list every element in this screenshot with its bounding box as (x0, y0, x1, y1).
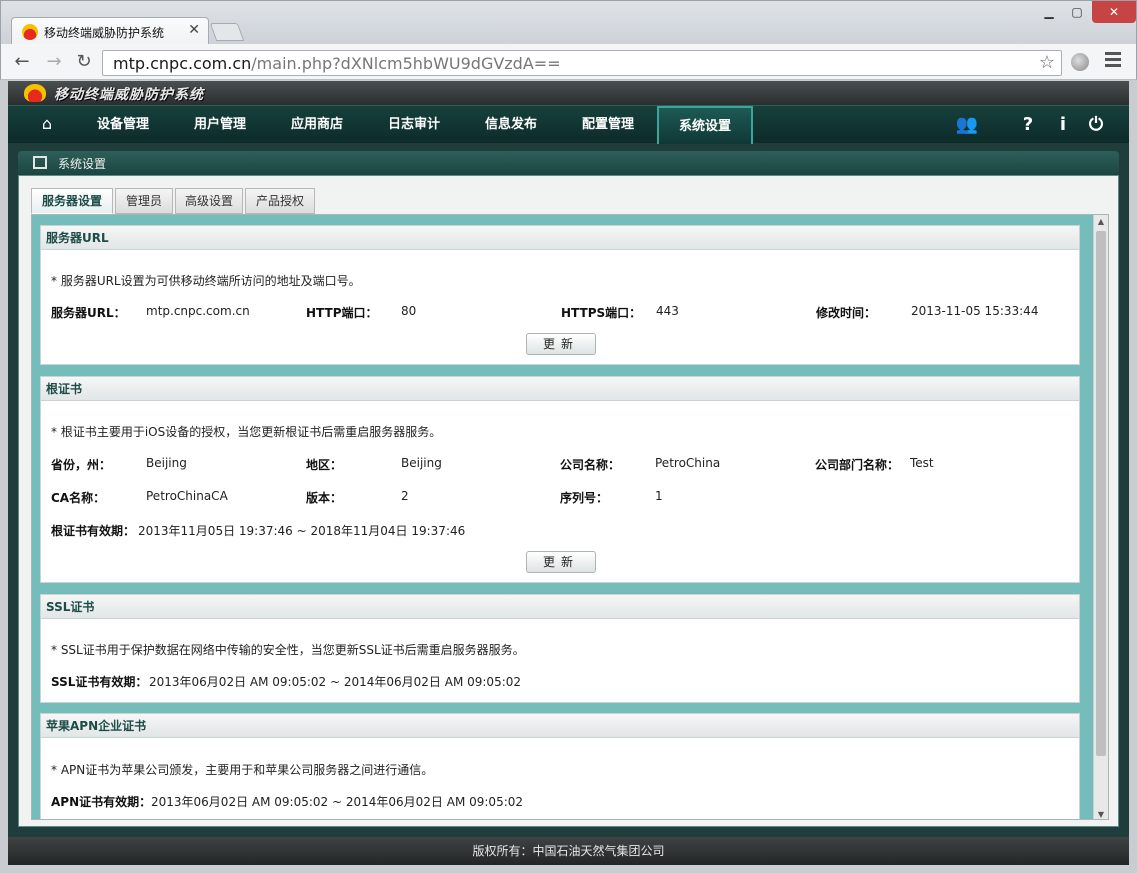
ssl-validity-label: SSL证书有效期： (51, 675, 148, 689)
server-url-note: * 服务器URL设置为可供移动终端所访问的地址及端口号。 (51, 274, 361, 288)
apn-validity-label: APN证书有效期： (51, 795, 152, 809)
ssl-cert-section: SSL证书 * SSL证书用于保护数据在网络中传输的安全性，当您更新SSL证书后… (40, 594, 1080, 703)
reload-icon[interactable]: ↻ (73, 51, 95, 73)
nav-device-management[interactable]: 设备管理 (75, 106, 171, 144)
settings-scroll-area[interactable]: 服务器URL * 服务器URL设置为可供移动终端所访问的地址及端口号。 服务器U… (31, 214, 1109, 820)
apn-validity-value: 2013年06月02日 AM 09:05:02 ~ 2014年06月02日 AM… (151, 795, 524, 809)
tab-title: 移动终端威胁防护系统 (44, 26, 165, 40)
main-nav: ⌂ 设备管理 用户管理 应用商店 日志审计 信息发布 配置管理 系统设置 👥 ?… (8, 105, 1129, 144)
site-logo-icon (22, 24, 38, 40)
address-path: /main.php?dXNlcm5hbWU9dGVzdA== (251, 54, 561, 73)
nav-app-store[interactable]: 应用商店 (269, 106, 365, 144)
scrollbar-thumb[interactable] (1096, 231, 1106, 756)
extension-globe-icon[interactable] (1071, 53, 1089, 71)
scroll-up-icon[interactable]: ▲ (1096, 217, 1106, 226)
tab-advanced-settings[interactable]: 高级设置 (175, 188, 243, 214)
serial-label: 序列号： (560, 491, 609, 505)
home-icon[interactable]: ⌂ (36, 114, 58, 134)
update-root-cert-button[interactable]: 更新 (526, 551, 596, 573)
content-panel: 服务器设置 管理员 高级设置 产品授权 服务器URL * 服务器URL设置为可供… (18, 175, 1119, 827)
serial-value: 1 (655, 489, 663, 503)
region-label: 地区： (306, 458, 343, 472)
version-label: 版本： (306, 491, 343, 505)
tab-server-settings[interactable]: 服务器设置 (31, 188, 113, 214)
forward-arrow-icon[interactable]: → (43, 51, 65, 73)
company-label: 公司名称： (560, 458, 621, 472)
app-title: 移动终端威胁防护系统 (54, 87, 204, 103)
root-cert-section: 根证书 * 根证书主要用于iOS设备的授权，当您更新根证书后需重启服务器服务。 … (40, 376, 1080, 583)
tab-administrators[interactable]: 管理员 (115, 188, 173, 214)
modified-time-value: 2013-11-05 15:33:44 (911, 304, 1039, 318)
new-tab-button[interactable] (209, 23, 245, 41)
ca-name-value: PetroChinaCA (146, 489, 228, 503)
ssl-cert-note: * SSL证书用于保护数据在网络中传输的安全性，当您更新SSL证书后需重启服务器… (51, 643, 525, 657)
tab-product-license[interactable]: 产品授权 (245, 188, 315, 214)
breadcrumb-label: 系统设置 (58, 157, 107, 171)
info-icon[interactable]: i (1051, 114, 1075, 135)
root-validity-label: 根证书有效期： (51, 524, 136, 538)
company-value: PetroChina (655, 456, 721, 470)
section-title: SSL证书 (41, 595, 1079, 619)
apn-cert-section: 苹果APN企业证书 * APN证书为苹果公司颁发，主要用于和苹果公司服务器之间进… (40, 713, 1080, 819)
root-cert-note: * 根证书主要用于iOS设备的授权，当您更新根证书后需重启服务器服务。 (51, 425, 442, 439)
browser-menu-icon[interactable] (1105, 52, 1121, 70)
close-tab-icon[interactable]: ✕ (188, 22, 200, 38)
vertical-scrollbar[interactable]: ▲ ▼ (1093, 215, 1108, 819)
power-icon[interactable]: ⏻ (1084, 114, 1108, 135)
province-value: Beijing (146, 456, 187, 470)
region-value: Beijing (401, 456, 442, 470)
update-server-url-button[interactable]: 更新 (526, 333, 596, 355)
https-port-label: HTTPS端口： (561, 306, 642, 320)
department-value: Test (910, 456, 934, 470)
nav-system-settings[interactable]: 系统设置 (657, 106, 753, 144)
scroll-down-icon[interactable]: ▼ (1096, 810, 1106, 819)
footer-copyright: 版权所有：中国石油天然气集团公司 (8, 837, 1129, 865)
close-window-icon[interactable]: ✕ (1092, 1, 1136, 23)
ca-name-label: CA名称： (51, 491, 106, 505)
modified-time-label: 修改时间： (816, 306, 877, 320)
http-port-label: HTTP端口： (306, 306, 378, 320)
users-icon[interactable]: 👥 (952, 114, 982, 135)
section-title: 根证书 (41, 377, 1079, 401)
app-window: 移动终端威胁防护系统 ⌂ 设备管理 用户管理 应用商店 日志审计 信息发布 配置… (8, 81, 1129, 865)
ssl-validity-value: 2013年06月02日 AM 09:05:02 ~ 2014年06月02日 AM… (149, 675, 522, 689)
section-title: 苹果APN企业证书 (41, 714, 1079, 738)
help-icon[interactable]: ? (1016, 114, 1040, 135)
browser-tab[interactable]: 移动终端威胁防护系统 ✕ (11, 17, 209, 45)
version-value: 2 (401, 489, 409, 503)
minimize-icon[interactable]: ▁ (1034, 1, 1064, 23)
browser-toolbar: ← → ↻ mtp.cnpc.com.cn/main.php?dXNlcm5hb… (0, 44, 1137, 80)
https-port-value: 443 (656, 304, 679, 318)
bookmark-star-icon[interactable]: ☆ (1039, 52, 1055, 73)
server-url-label: 服务器URL： (51, 306, 126, 320)
section-title: 服务器URL (41, 226, 1079, 250)
province-label: 省份，州： (51, 458, 112, 472)
settings-panel-icon (33, 156, 47, 169)
nav-info-publish[interactable]: 信息发布 (463, 106, 559, 144)
breadcrumb: 系统设置 (18, 151, 1119, 175)
address-host: mtp.cnpc.com.cn (113, 54, 252, 73)
address-bar[interactable]: mtp.cnpc.com.cn/main.php?dXNlcm5hbWU9dGV… (102, 50, 1062, 76)
nav-log-audit[interactable]: 日志审计 (366, 106, 462, 144)
nav-config-management[interactable]: 配置管理 (560, 106, 656, 144)
server-url-section: 服务器URL * 服务器URL设置为可供移动终端所访问的地址及端口号。 服务器U… (40, 225, 1080, 365)
apn-cert-note: * APN证书为苹果公司颁发，主要用于和苹果公司服务器之间进行通信。 (51, 763, 434, 777)
http-port-value: 80 (401, 304, 417, 318)
department-label: 公司部门名称： (815, 458, 900, 472)
browser-titlebar: 移动终端威胁防护系统 ✕ ▁ ▢ ✕ (0, 0, 1137, 45)
root-validity-value: 2013年11月05日 19:37:46 ~ 2018年11月04日 19:37… (138, 524, 466, 538)
nav-user-management[interactable]: 用户管理 (172, 106, 268, 144)
maximize-icon[interactable]: ▢ (1062, 1, 1092, 23)
back-arrow-icon[interactable]: ← (11, 51, 33, 73)
server-url-value: mtp.cnpc.com.cn (146, 304, 250, 318)
cnpc-logo-icon (24, 84, 46, 102)
app-banner: 移动终端威胁防护系统 (8, 81, 1129, 105)
